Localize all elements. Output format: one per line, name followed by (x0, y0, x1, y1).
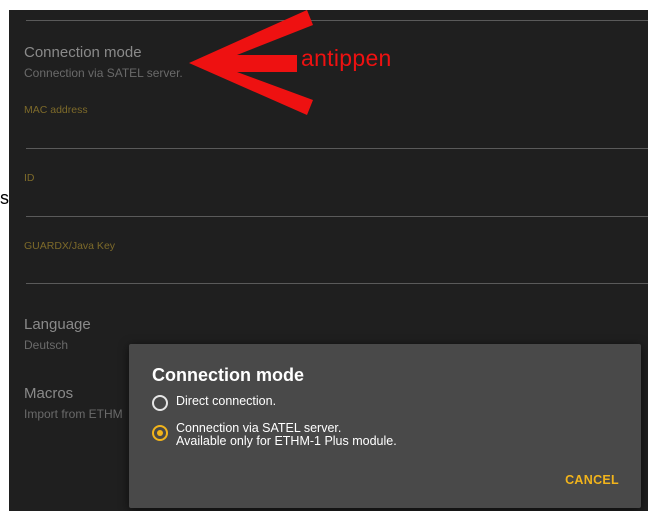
divider (26, 20, 648, 21)
language-value: Deutsch (24, 338, 69, 352)
mac-address-label: MAC address (24, 104, 88, 116)
radio-unchecked-icon[interactable] (152, 395, 168, 411)
cancel-button[interactable]: CANCEL (565, 473, 619, 487)
macros-title: Macros (24, 385, 74, 402)
annotation-text: antippen (301, 45, 392, 71)
connection-mode-value: Connection via SATEL server. (24, 66, 183, 80)
macros-value: Import from ETHM (24, 407, 123, 421)
connection-mode-dialog: Connection mode Direct connection. Conne… (129, 344, 641, 508)
id-field[interactable] (26, 216, 648, 217)
dialog-title: Connection mode (152, 365, 304, 385)
guardx-key-label: GUARDX/Java Key (24, 240, 116, 252)
id-label: ID (24, 172, 35, 184)
guardx-key-field[interactable] (26, 283, 648, 284)
settings-screen: Connection mode Connection via SATEL ser… (9, 10, 648, 511)
option-direct-connection[interactable]: Direct connection. (152, 395, 276, 411)
option-label: Connection via SATEL server. Available o… (176, 421, 397, 448)
language-title: Language (24, 316, 91, 333)
radio-checked-icon[interactable] (152, 425, 168, 441)
mac-address-field[interactable] (26, 148, 648, 149)
option-label: Direct connection. (176, 394, 277, 408)
background-text-fragment: st (0, 188, 9, 208)
option-satel-server[interactable]: Connection via SATEL server. Available o… (152, 422, 397, 448)
connection-mode-title: Connection mode (24, 44, 142, 61)
